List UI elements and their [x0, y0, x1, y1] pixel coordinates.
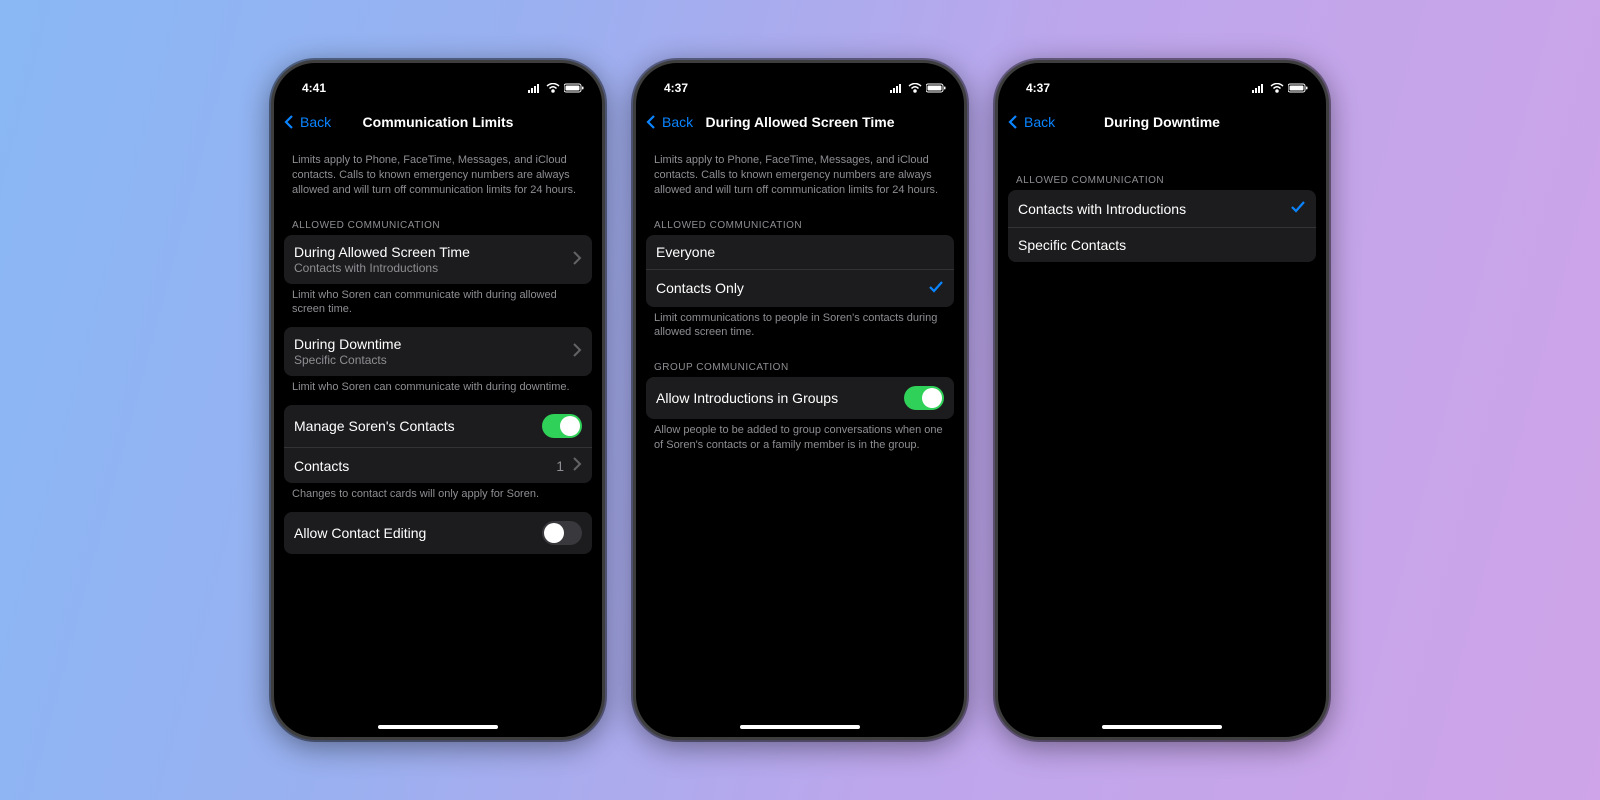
phone-during-downtime: 4:37 Back During Downtime ALLOWED COMMUN… [995, 60, 1329, 740]
option-label: Everyone [656, 244, 715, 260]
wifi-icon [546, 83, 560, 93]
phone-during-allowed-screen-time: 4:37 Back During Allowed Screen Time Lim… [633, 60, 967, 740]
row-allow-contact-editing[interactable]: Allow Contact Editing [284, 512, 592, 554]
row-title: Allow Contact Editing [294, 525, 426, 541]
section-header-allowed: ALLOWED COMMUNICATION [646, 208, 954, 235]
section-header-allowed: ALLOWED COMMUNICATION [1008, 163, 1316, 190]
notch [1087, 63, 1237, 89]
row-title: During Downtime [294, 336, 401, 352]
status-time: 4:41 [302, 81, 326, 95]
row-title: During Allowed Screen Time [294, 244, 470, 260]
option-footer: Limit communications to people in Soren'… [646, 307, 954, 351]
chevron-left-icon [282, 114, 298, 130]
row-detail: 1 [556, 458, 564, 474]
row-title: Manage Soren's Contacts [294, 418, 455, 434]
checkmark-icon [1290, 199, 1306, 218]
option-contacts-with-introductions[interactable]: Contacts with Introductions [1008, 190, 1316, 227]
row-footer: Limit who Soren can communicate with dur… [284, 376, 592, 405]
row-contacts[interactable]: Contacts 1 [284, 447, 592, 483]
status-icons [528, 83, 584, 93]
row-during-downtime[interactable]: During Downtime Specific Contacts [284, 327, 592, 376]
option-label: Contacts Only [656, 280, 744, 296]
intro-text: Limits apply to Phone, FaceTime, Message… [284, 149, 592, 208]
toggle-allow-contact-editing[interactable] [542, 521, 582, 545]
nav-bar: Back Communication Limits [274, 103, 602, 141]
option-specific-contacts[interactable]: Specific Contacts [1008, 227, 1316, 262]
back-button[interactable]: Back [1006, 114, 1055, 130]
nav-bar: Back During Downtime [998, 103, 1326, 141]
signal-icon [1252, 83, 1266, 93]
battery-icon [1288, 83, 1308, 93]
battery-icon [564, 83, 584, 93]
intro-text: Limits apply to Phone, FaceTime, Message… [646, 149, 954, 208]
row-subtitle: Specific Contacts [294, 353, 401, 367]
home-indicator [740, 725, 860, 729]
option-everyone[interactable]: Everyone [646, 235, 954, 269]
row-subtitle: Contacts with Introductions [294, 261, 470, 275]
option-label: Specific Contacts [1018, 237, 1126, 253]
chevron-left-icon [644, 114, 660, 130]
row-title: Allow Introductions in Groups [656, 390, 838, 406]
wifi-icon [908, 83, 922, 93]
status-time: 4:37 [664, 81, 688, 95]
section-header-group: GROUP COMMUNICATION [646, 350, 954, 377]
chevron-right-icon [572, 251, 582, 268]
row-footer: Limit who Soren can communicate with dur… [284, 284, 592, 328]
toggle-manage-contacts[interactable] [542, 414, 582, 438]
chevron-right-icon [572, 457, 582, 474]
notch [363, 63, 513, 89]
option-contacts-only[interactable]: Contacts Only [646, 269, 954, 307]
back-label: Back [662, 114, 693, 130]
phone-communication-limits: 4:41 Back Communication Limits Limits ap… [271, 60, 605, 740]
status-icons [890, 83, 946, 93]
content: Limits apply to Phone, FaceTime, Message… [636, 141, 964, 463]
row-during-allowed-screen-time[interactable]: During Allowed Screen Time Contacts with… [284, 235, 592, 284]
row-manage-contacts[interactable]: Manage Soren's Contacts [284, 405, 592, 447]
battery-icon [926, 83, 946, 93]
row-title: Contacts [294, 458, 349, 474]
home-indicator [1102, 725, 1222, 729]
home-indicator [378, 725, 498, 729]
content: ALLOWED COMMUNICATION Contacts with Intr… [998, 141, 1326, 262]
content: Limits apply to Phone, FaceTime, Message… [274, 141, 602, 554]
option-label: Contacts with Introductions [1018, 201, 1186, 217]
row-footer: Changes to contact cards will only apply… [284, 483, 592, 512]
nav-bar: Back During Allowed Screen Time [636, 103, 964, 141]
signal-icon [890, 83, 904, 93]
status-icons [1252, 83, 1308, 93]
chevron-right-icon [572, 343, 582, 360]
row-footer: Allow people to be added to group conver… [646, 419, 954, 463]
back-button[interactable]: Back [282, 114, 331, 130]
toggle-allow-introductions[interactable] [904, 386, 944, 410]
signal-icon [528, 83, 542, 93]
back-button[interactable]: Back [644, 114, 693, 130]
notch [725, 63, 875, 89]
status-time: 4:37 [1026, 81, 1050, 95]
section-header-allowed: ALLOWED COMMUNICATION [284, 208, 592, 235]
wifi-icon [1270, 83, 1284, 93]
chevron-left-icon [1006, 114, 1022, 130]
row-allow-introductions[interactable]: Allow Introductions in Groups [646, 377, 954, 419]
back-label: Back [1024, 114, 1055, 130]
back-label: Back [300, 114, 331, 130]
checkmark-icon [928, 279, 944, 298]
